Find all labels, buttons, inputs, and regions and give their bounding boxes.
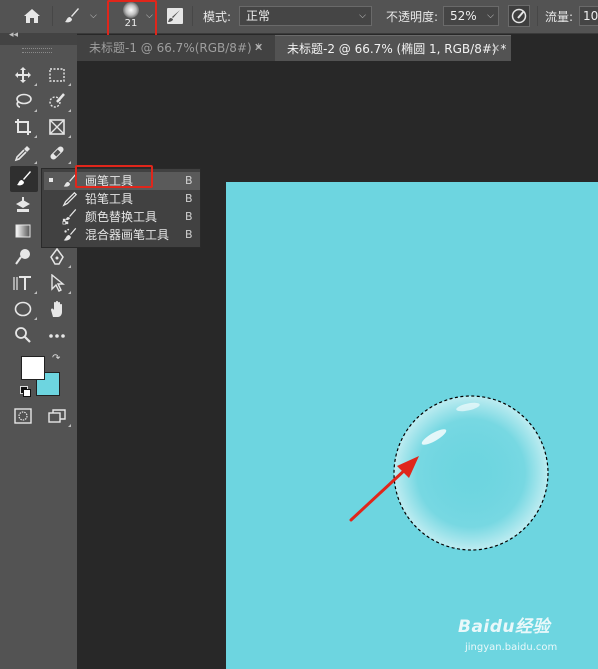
- hand-icon: [51, 300, 62, 317]
- brush-settings-icon: [167, 8, 183, 24]
- brush-tool-highlight: [75, 165, 153, 188]
- pencil-icon: [62, 191, 78, 207]
- flyout-item-pencil[interactable]: 铅笔工具 B: [44, 190, 200, 208]
- opacity-value: 52%: [450, 9, 477, 23]
- mode-select[interactable]: 正常 ⌵: [239, 6, 372, 26]
- hand-tool[interactable]: [46, 298, 68, 320]
- tools-grip[interactable]: [22, 48, 52, 53]
- bandage-icon: [50, 146, 64, 160]
- opacity-input[interactable]: 52% ⌵: [443, 6, 499, 26]
- mixer-brush-icon: [63, 227, 77, 241]
- zoom-icon: [15, 327, 31, 343]
- tools-panel-header[interactable]: ◂◂: [0, 30, 77, 45]
- chevron-down-icon[interactable]: ⌵: [90, 11, 97, 21]
- screen-mode-icon: [48, 409, 66, 423]
- foreground-color-swatch[interactable]: [21, 356, 45, 380]
- crop-tool[interactable]: [12, 116, 34, 138]
- collapse-panel-icon[interactable]: ◂◂: [9, 30, 18, 40]
- color-replacement-icon: [62, 209, 77, 225]
- mode-value: 正常: [246, 9, 271, 23]
- eyedropper-icon: [14, 146, 30, 162]
- frame-tool[interactable]: [46, 116, 68, 138]
- tab-label: 未标题-1 @ 66.7%(RGB/8#) *: [89, 41, 262, 55]
- brush-tool[interactable]: [10, 166, 38, 192]
- move-icon: [15, 67, 31, 83]
- dodge-icon: [15, 249, 30, 265]
- lasso-tool[interactable]: [12, 90, 34, 112]
- flow-input[interactable]: 100: [579, 6, 598, 26]
- dodge-tool[interactable]: [12, 246, 34, 268]
- flyout-item-color-replacement[interactable]: 颜色替换工具 B: [44, 208, 200, 226]
- options-bar: ⌵ 21 ⌵ 模式: 正常 ⌵ 不透明度: 52% ⌵ 流量: 100: [0, 0, 598, 34]
- tab-label: 未标题-2 @ 66.7% (椭圆 1, RGB/8#) *: [287, 42, 507, 56]
- brush-icon: [65, 8, 79, 23]
- type-icon: [13, 276, 31, 290]
- brush-settings-panel-button[interactable]: [163, 4, 187, 28]
- type-tool[interactable]: [12, 272, 34, 294]
- shortcut-key: B: [185, 192, 193, 205]
- mode-label: 模式:: [203, 10, 232, 24]
- pen-pressure-icon: [511, 8, 527, 24]
- flyout-item-label: 颜色替换工具: [85, 210, 158, 224]
- pen-tool[interactable]: [46, 246, 68, 268]
- close-icon[interactable]: ✕: [254, 35, 263, 61]
- shortcut-key: B: [185, 228, 193, 241]
- shortcut-key: B: [185, 174, 193, 187]
- chevron-down-icon: ⌵: [359, 11, 366, 21]
- ellipse-tool[interactable]: [12, 298, 34, 320]
- brush-tool-preset-button[interactable]: [60, 4, 84, 28]
- more-tools-button[interactable]: [46, 324, 68, 346]
- gradient-tool[interactable]: [12, 220, 34, 242]
- watermark-logo: Baidu经验: [458, 612, 578, 640]
- default-colors-icon[interactable]: [20, 386, 31, 397]
- move-tool[interactable]: [12, 64, 34, 86]
- ellipsis-icon: [49, 334, 65, 338]
- flyout-item-label: 铅笔工具: [85, 192, 134, 206]
- gradient-icon: [15, 224, 31, 238]
- pen-icon: [50, 248, 64, 265]
- flyout-item-mixer-brush[interactable]: 混合器画笔工具 B: [44, 226, 200, 244]
- chevron-down-icon: ⌵: [487, 11, 494, 21]
- flow-value: 100: [583, 9, 598, 23]
- watermark-url: jingyan.baidu.com: [465, 642, 558, 653]
- frame-icon: [49, 119, 65, 135]
- document-tab-1[interactable]: 未标题-1 @ 66.7%(RGB/8#) * ✕: [77, 35, 275, 61]
- flow-label: 流量:: [545, 10, 574, 24]
- home-button[interactable]: [12, 4, 52, 28]
- quick-selection-tool[interactable]: [46, 90, 68, 112]
- marquee-tool[interactable]: [46, 64, 68, 86]
- watermark-brand: Baidu经验: [458, 617, 551, 637]
- clone-stamp-tool[interactable]: [12, 194, 34, 216]
- ellipse-icon: [14, 301, 32, 317]
- lasso-icon: [16, 93, 32, 108]
- healing-brush-tool[interactable]: [46, 142, 68, 164]
- crop-icon: [15, 119, 31, 135]
- quick-mask-icon: [14, 408, 32, 424]
- clone-stamp-icon: [16, 197, 30, 212]
- path-selection-tool[interactable]: [46, 272, 68, 294]
- selected-indicator-icon: [49, 178, 53, 182]
- opacity-label: 不透明度:: [386, 10, 439, 24]
- flyout-item-label: 混合器画笔工具: [85, 228, 170, 242]
- shortcut-key: B: [185, 210, 193, 223]
- swap-colors-icon[interactable]: ↷: [52, 353, 60, 364]
- annotation-arrow-icon: [349, 456, 419, 522]
- rectangular-marquee-icon: [49, 68, 65, 82]
- zoom-tool[interactable]: [12, 324, 34, 346]
- pressure-opacity-toggle[interactable]: [506, 4, 532, 28]
- quick-selection-icon: [49, 93, 65, 108]
- arrow-pointer-icon: [51, 274, 65, 292]
- document-tab-2[interactable]: 未标题-2 @ 66.7% (椭圆 1, RGB/8#) * ✕: [275, 35, 511, 61]
- quick-mask-button[interactable]: [12, 405, 34, 427]
- home-icon: [24, 9, 40, 23]
- brush-icon: [17, 171, 31, 186]
- close-icon[interactable]: ✕: [491, 36, 500, 62]
- screen-mode-button[interactable]: [46, 405, 68, 427]
- eyedropper-tool[interactable]: [12, 142, 34, 164]
